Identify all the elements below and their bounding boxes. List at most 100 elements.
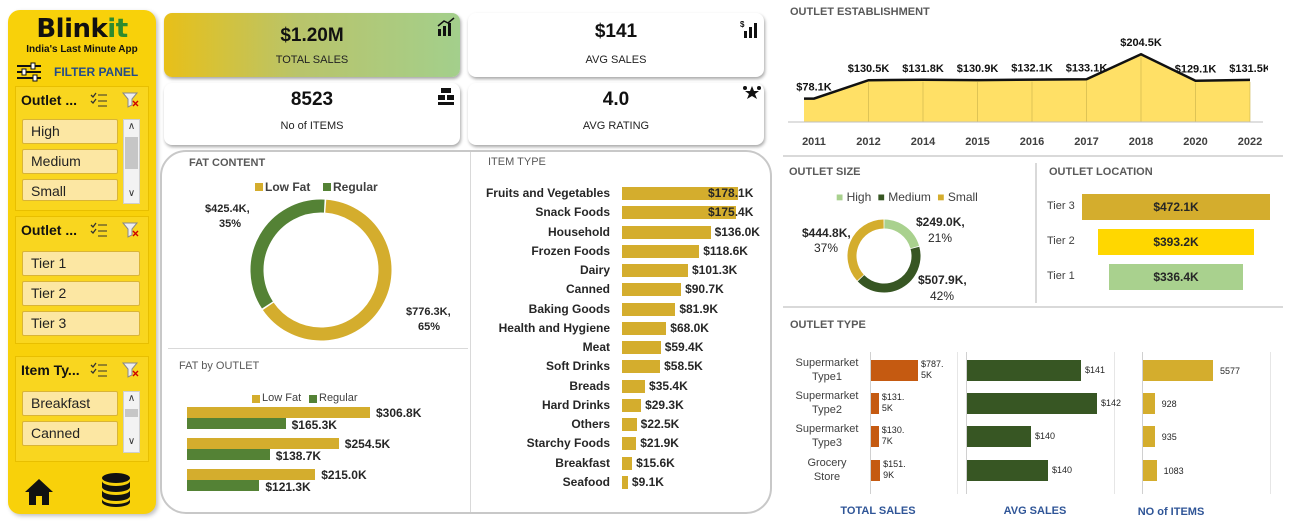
year-tick-label: 2017 [1074, 136, 1098, 148]
slicer-item-canned[interactable]: Canned [22, 421, 118, 446]
clear-filter-icon[interactable] [122, 362, 140, 378]
bar-value-label: $787. 5K [921, 359, 944, 380]
items-bar [1143, 460, 1157, 481]
high-pct-label: 21% [928, 231, 953, 245]
item-type-bar [622, 456, 633, 470]
slicer-item-tier-3[interactable]: Tier 3 [22, 311, 140, 336]
sliders-icon[interactable] [16, 62, 42, 82]
small-pct-label: 37% [814, 241, 839, 255]
data-label: $130.5K [848, 63, 890, 75]
items-bar [1143, 393, 1155, 414]
kpi-total-sales: $1.20M TOTAL SALES [164, 13, 460, 77]
multi-select-icon[interactable] [90, 222, 108, 238]
kpi-avg-sales: $141 AVG SALES $ [468, 13, 764, 77]
section-divider [783, 306, 1283, 308]
rating-icon [743, 86, 761, 99]
total-sales-bar [871, 460, 881, 481]
total-sales-bar [871, 393, 879, 414]
brand-tagline: India's Last Minute App [26, 44, 138, 55]
item-type-category: Hard Drinks [541, 397, 610, 412]
scroll-thumb[interactable] [125, 137, 138, 169]
low-fat-bar [187, 438, 339, 449]
bar-value-label: $165.3K [291, 418, 337, 432]
slicer-item-breakfast[interactable]: Breakfast [22, 391, 118, 416]
avg-sales-bar [967, 460, 1048, 481]
clear-filter-icon[interactable] [122, 92, 140, 108]
legend-swatch-regular [323, 183, 331, 191]
high-slice [884, 219, 920, 249]
slicer-item-tier-2[interactable]: Tier 2 [22, 281, 140, 306]
bar-value-label: $101.3K [691, 263, 738, 277]
multi-select-icon[interactable] [90, 92, 108, 108]
bar-value-label: $178.1K [708, 186, 754, 200]
item-type-bar [622, 244, 700, 258]
scroll-up-icon[interactable]: ∧ [124, 393, 139, 404]
item-type-category: Breads [569, 378, 610, 393]
scroll-down-icon[interactable]: ∨ [124, 188, 139, 199]
slicer-scrollbar[interactable]: ∧ ∨ [123, 119, 140, 204]
legend-swatch-low-fat [255, 183, 263, 191]
outlet-location-title: OUTLET LOCATION [1049, 166, 1153, 178]
year-tick-label: 2011 [802, 136, 826, 148]
clear-filter-icon[interactable] [122, 222, 140, 238]
legend-high: High [846, 190, 872, 204]
bar-value-label: $58.5K [664, 359, 703, 374]
medium-value-label: $507.9K, [918, 273, 967, 287]
slicer-item-high[interactable]: High [22, 119, 118, 144]
item-type-category: Meat [582, 340, 610, 354]
item-type-bar [622, 264, 688, 277]
dollar-chart-icon: $ [740, 20, 757, 38]
regular-slice [250, 199, 325, 309]
kpi-value: $1.20M [280, 25, 344, 46]
year-tick-label: 2015 [965, 136, 989, 148]
item-type-bar [622, 321, 667, 335]
slicer-title: Outlet ... [21, 222, 77, 238]
tier-label: Tier 1 [1047, 270, 1075, 282]
items-bar [1143, 426, 1155, 447]
slicer-item-medium[interactable]: Medium [22, 149, 118, 174]
data-label: $132.1K [1011, 63, 1053, 75]
scroll-thumb[interactable] [125, 409, 138, 417]
avg-sales-bar [967, 426, 1031, 447]
database-icon[interactable] [100, 472, 132, 508]
items-bar [1143, 360, 1213, 381]
year-tick-label: 2014 [911, 136, 936, 148]
kpi-value: 4.0 [602, 89, 630, 110]
bar-value-label: $151. 9K [883, 459, 906, 480]
bar-value-label: $121.3K [265, 480, 311, 494]
scroll-down-icon[interactable]: ∨ [124, 436, 139, 447]
establishment-area-chart: 2011 $78.1K 2012 $130.5K 2014 $131.8K 2015 $130… [788, 37, 1268, 148]
item-type-category: Frozen Foods [531, 243, 610, 258]
axis-line [957, 352, 958, 494]
bar-value-label: 935 [1161, 432, 1177, 442]
legend-regular: Regular [319, 392, 358, 404]
growth-chart-icon [437, 17, 455, 36]
low-fat-slice [262, 199, 392, 341]
bar-value-label: $336.4K [1153, 270, 1199, 284]
year-tick-label: 2022 [1238, 136, 1262, 148]
slicer-item-tier-1[interactable]: Tier 1 [22, 251, 140, 276]
axis-line [1270, 352, 1271, 494]
filter-panel-label: FILTER PANEL [54, 65, 139, 79]
high-value-label: $249.0K, [916, 215, 965, 229]
bar-value-label: $68.0K [670, 320, 709, 335]
fat-content-title: FAT CONTENT [189, 157, 266, 169]
home-icon[interactable] [23, 476, 55, 508]
slicer-scrollbar[interactable]: ∧ ∨ [123, 391, 140, 453]
item-type-bar [622, 283, 682, 297]
multi-select-icon[interactable] [90, 362, 108, 378]
year-tick-label: 2020 [1183, 136, 1207, 148]
kpi-label: AVG SALES [585, 54, 647, 66]
legend-low-fat: Low Fat [262, 392, 302, 404]
slicer-item-small[interactable]: Small [22, 179, 118, 201]
col-no-items: NO of ITEMS [1137, 506, 1205, 518]
bar-value-label: $22.5K [640, 417, 680, 431]
avg-sales-bar [967, 360, 1081, 381]
data-label: $130.9K [957, 63, 999, 75]
bar-value-label: $131. 5K [881, 392, 905, 413]
item-type-title: ITEM TYPE [488, 156, 546, 168]
bar-value-label: $130. 7K [881, 425, 905, 446]
scroll-up-icon[interactable]: ∧ [124, 121, 139, 132]
item-type-bar [622, 475, 628, 489]
outlet-type-category: Supermarket Type2 [795, 390, 859, 416]
